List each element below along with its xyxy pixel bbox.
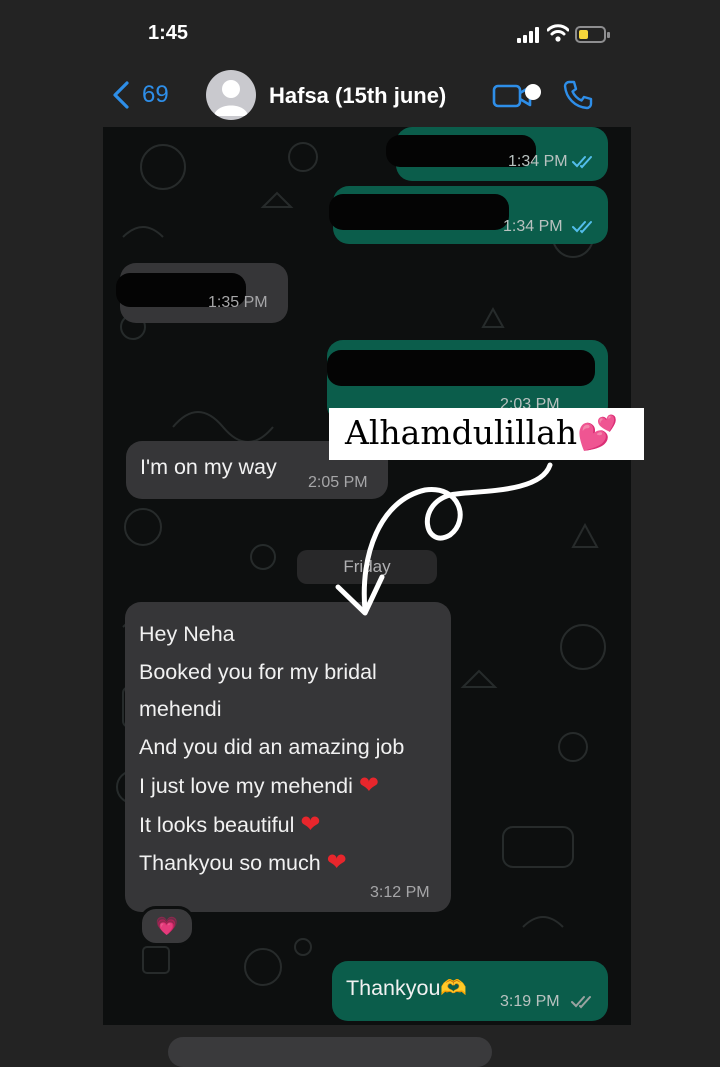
overlay-caption-text: Alhamdulillah xyxy=(345,413,578,452)
chevron-left-icon xyxy=(113,81,129,109)
double-check-read-icon xyxy=(572,156,592,169)
message-line: Booked you for my bridal xyxy=(139,659,377,684)
contact-avatar[interactable] xyxy=(206,70,256,120)
unread-count: 69 xyxy=(142,81,169,108)
outgoing-message-bubble[interactable]: 1:34 PM xyxy=(329,186,608,244)
message-line-text: I just love my mehendi xyxy=(139,773,353,798)
compose-bar xyxy=(0,1025,720,1067)
message-reaction[interactable]: 💗 xyxy=(139,906,195,946)
message-time: 3:19 PM xyxy=(500,993,560,1010)
back-button[interactable]: 69 xyxy=(112,80,169,110)
double-check-icon xyxy=(571,996,591,1009)
heart-hands-icon: 🫶 xyxy=(440,976,468,1000)
phone-icon xyxy=(563,80,593,110)
redacted-text xyxy=(329,194,509,230)
two-hearts-icon: 💕 xyxy=(577,413,619,452)
red-heart-icon: ❤ xyxy=(326,849,347,877)
pink-heart-icon: 💗 xyxy=(155,916,179,936)
message-time: 3:12 PM xyxy=(370,884,430,901)
message-text: Thankyou🫶 xyxy=(346,976,467,1001)
message-text-value: Thankyou xyxy=(346,976,441,1000)
battery-icon xyxy=(575,26,610,43)
message-line: mehendi xyxy=(139,697,222,722)
outgoing-message-bubble[interactable]: 1:34 PM xyxy=(386,127,608,181)
status-bar: 1:45 xyxy=(0,0,720,70)
message-time: 1:34 PM xyxy=(508,153,568,170)
curved-arrow-icon xyxy=(335,462,553,616)
red-heart-icon: ❤ xyxy=(300,810,321,838)
message-line: And you did an amazing job xyxy=(139,735,405,760)
message-line-text: It looks beautiful xyxy=(139,812,295,837)
person-icon xyxy=(214,80,248,116)
message-time: 1:35 PM xyxy=(208,294,268,311)
voice-call-button[interactable] xyxy=(562,79,594,116)
double-check-read-icon xyxy=(572,221,592,234)
message-line: It looks beautiful ❤ xyxy=(139,806,449,845)
video-camera-icon xyxy=(492,84,541,108)
message-input[interactable] xyxy=(168,1037,492,1067)
message-line: I just love my mehendi ❤ xyxy=(139,767,449,806)
overlay-caption: Alhamdulillah💕 xyxy=(329,408,644,460)
wifi-icon xyxy=(547,24,569,42)
contact-name[interactable]: Hafsa (15th june) xyxy=(269,83,446,109)
chat-header: 69 Hafsa (15th june) xyxy=(0,66,720,126)
message-time: 1:34 PM xyxy=(503,218,563,235)
incoming-message-bubble[interactable]: 1:35 PM xyxy=(116,263,288,323)
cellular-signal-icon xyxy=(517,27,539,43)
status-time: 1:45 xyxy=(148,22,189,44)
red-heart-icon: ❤ xyxy=(358,771,379,799)
message-line: Thankyou so much ❤ xyxy=(139,844,449,883)
video-call-button[interactable] xyxy=(492,81,544,116)
redacted-text xyxy=(327,350,595,386)
message-body: Hey Neha Booked you for my bridal mehend… xyxy=(139,616,449,883)
outgoing-message-bubble[interactable]: Thankyou🫶 3:19 PM xyxy=(332,961,608,1021)
message-line-text: Thankyou so much xyxy=(139,851,321,876)
incoming-message-bubble[interactable]: Hey Neha Booked you for my bridal mehend… xyxy=(125,602,451,912)
message-text: I'm on my way xyxy=(140,455,277,479)
